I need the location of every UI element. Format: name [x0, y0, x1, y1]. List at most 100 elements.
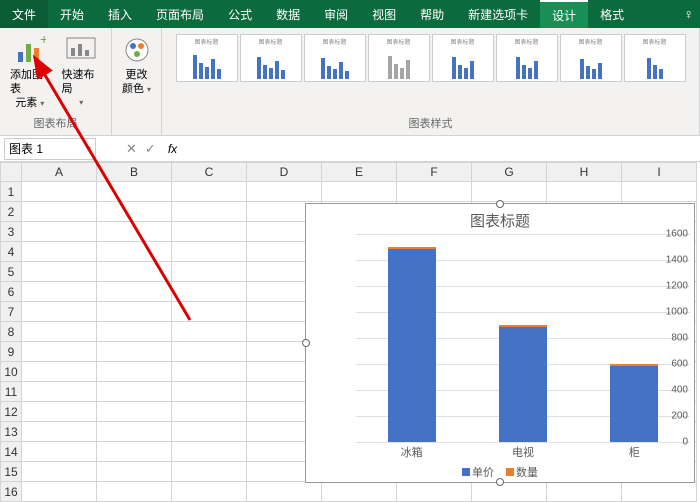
cell[interactable] — [97, 302, 172, 322]
chart-style-6[interactable]: 图表标题 — [496, 34, 558, 82]
chart-title[interactable]: 图表标题 — [306, 204, 694, 237]
cell[interactable] — [97, 462, 172, 482]
cell[interactable] — [172, 222, 247, 242]
row-head-4[interactable]: 4 — [0, 242, 22, 262]
row-head-5[interactable]: 5 — [0, 262, 22, 282]
row-head-15[interactable]: 15 — [0, 462, 22, 482]
cell[interactable] — [22, 302, 97, 322]
cell[interactable] — [22, 482, 97, 502]
cell[interactable] — [97, 402, 172, 422]
row-head-11[interactable]: 11 — [0, 382, 22, 402]
chart-style-4[interactable]: 图表标题 — [368, 34, 430, 82]
cell[interactable] — [622, 182, 697, 202]
chart-style-3[interactable]: 图表标题 — [304, 34, 366, 82]
bar-冰箱[interactable] — [388, 247, 436, 442]
col-head-B[interactable]: B — [97, 162, 172, 182]
tab-home[interactable]: 开始 — [48, 0, 96, 28]
cell[interactable] — [22, 182, 97, 202]
tab-view[interactable]: 视图 — [360, 0, 408, 28]
cell[interactable] — [22, 242, 97, 262]
tab-review[interactable]: 审阅 — [312, 0, 360, 28]
cell[interactable] — [397, 182, 472, 202]
chevron-down-icon[interactable]: ▾ — [87, 144, 91, 153]
row-head-7[interactable]: 7 — [0, 302, 22, 322]
select-all-corner[interactable] — [0, 162, 22, 182]
tab-pagelayout[interactable]: 页面布局 — [144, 0, 216, 28]
cell[interactable] — [172, 462, 247, 482]
tab-help[interactable]: 帮助 — [408, 0, 456, 28]
tab-insert[interactable]: 插入 — [96, 0, 144, 28]
cell[interactable] — [472, 482, 547, 502]
row-head-13[interactable]: 13 — [0, 422, 22, 442]
confirm-edit-icon[interactable]: ✓ — [145, 141, 156, 157]
tab-design[interactable]: 设计 — [540, 0, 588, 28]
row-head-8[interactable]: 8 — [0, 322, 22, 342]
cell[interactable] — [172, 342, 247, 362]
row-head-2[interactable]: 2 — [0, 202, 22, 222]
cell[interactable] — [97, 222, 172, 242]
col-head-F[interactable]: F — [397, 162, 472, 182]
embedded-chart[interactable]: 图表标题 02004006008001000120014001600冰箱电视柜 … — [305, 203, 695, 483]
col-head-D[interactable]: D — [247, 162, 322, 182]
cell[interactable] — [322, 482, 397, 502]
cell[interactable] — [97, 262, 172, 282]
tab-file[interactable]: 文件 — [0, 0, 48, 28]
cell[interactable] — [172, 182, 247, 202]
cell[interactable] — [22, 462, 97, 482]
tab-data[interactable]: 数据 — [264, 0, 312, 28]
cell[interactable] — [547, 182, 622, 202]
chart-style-5[interactable]: 图表标题 — [432, 34, 494, 82]
cell[interactable] — [22, 262, 97, 282]
row-head-12[interactable]: 12 — [0, 402, 22, 422]
cell[interactable] — [172, 242, 247, 262]
chart-style-1[interactable]: 图表标题 — [176, 34, 238, 82]
cell[interactable] — [22, 322, 97, 342]
row-head-6[interactable]: 6 — [0, 282, 22, 302]
cell[interactable] — [97, 242, 172, 262]
cell[interactable] — [247, 482, 322, 502]
row-head-9[interactable]: 9 — [0, 342, 22, 362]
row-head-10[interactable]: 10 — [0, 362, 22, 382]
cell[interactable] — [97, 202, 172, 222]
cell[interactable] — [97, 322, 172, 342]
col-head-H[interactable]: H — [547, 162, 622, 182]
col-head-I[interactable]: I — [622, 162, 697, 182]
cell[interactable] — [97, 362, 172, 382]
cell[interactable] — [22, 202, 97, 222]
cell[interactable] — [172, 322, 247, 342]
chart-style-2[interactable]: 图表标题 — [240, 34, 302, 82]
add-chart-element-button[interactable]: + 添加图表 元素 ▾ — [6, 32, 54, 113]
tab-newtab[interactable]: 新建选项卡 — [456, 0, 540, 28]
cell[interactable] — [22, 382, 97, 402]
col-head-A[interactable]: A — [22, 162, 97, 182]
cell[interactable] — [472, 182, 547, 202]
col-head-E[interactable]: E — [322, 162, 397, 182]
cell[interactable] — [172, 302, 247, 322]
cell[interactable] — [22, 282, 97, 302]
cell[interactable] — [172, 262, 247, 282]
row-head-14[interactable]: 14 — [0, 442, 22, 462]
col-head-G[interactable]: G — [472, 162, 547, 182]
cell[interactable] — [22, 342, 97, 362]
cell[interactable] — [247, 182, 322, 202]
tab-format[interactable]: 格式 — [588, 0, 636, 28]
col-head-C[interactable]: C — [172, 162, 247, 182]
cell[interactable] — [97, 482, 172, 502]
cell[interactable] — [172, 402, 247, 422]
chart-style-8[interactable]: 图表标题 — [624, 34, 686, 82]
cell[interactable] — [97, 182, 172, 202]
change-colors-button[interactable]: 更改 颜色 ▾ — [117, 32, 157, 99]
bar-电视[interactable] — [499, 325, 547, 442]
cancel-edit-icon[interactable]: ✕ — [126, 141, 137, 157]
cell[interactable] — [172, 202, 247, 222]
cell[interactable] — [547, 482, 622, 502]
row-head-16[interactable]: 16 — [0, 482, 22, 502]
cell[interactable] — [622, 482, 697, 502]
cell[interactable] — [172, 382, 247, 402]
tab-formulas[interactable]: 公式 — [216, 0, 264, 28]
row-head-1[interactable]: 1 — [0, 182, 22, 202]
cell[interactable] — [172, 282, 247, 302]
cell[interactable] — [22, 362, 97, 382]
chart-handle-n[interactable] — [496, 200, 504, 208]
cell[interactable] — [172, 442, 247, 462]
